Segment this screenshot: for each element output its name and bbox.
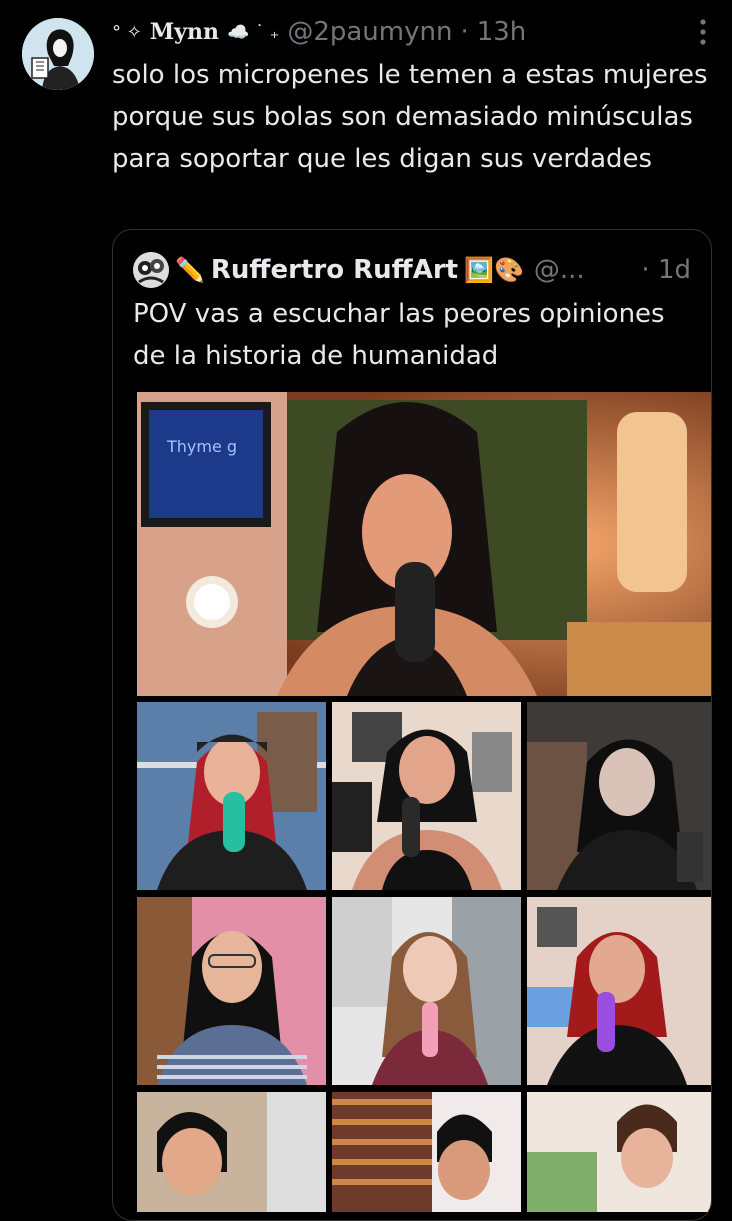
name-prefix: ° ✧ <box>112 21 142 43</box>
author-avatar[interactable] <box>22 18 94 90</box>
quoted-tweet[interactable]: ✏️ Ruffertro RuffArt 🖼️🎨 @... · 1d POV v… <box>112 229 712 1221</box>
tweet-text: solo los micropenes le temen a estas muj… <box>112 60 708 174</box>
quoted-author-avatar <box>133 252 169 288</box>
sign-text: Thyme g <box>166 437 237 456</box>
quoted-time: 1d <box>657 255 691 285</box>
media-grid-tile-1 <box>137 702 326 890</box>
pencil-icon: ✏️ <box>175 256 205 284</box>
quoted-media[interactable]: Thyme g <box>137 392 711 1212</box>
media-grid-tile-7 <box>137 1092 326 1212</box>
media-grid-tile-8 <box>332 1092 521 1212</box>
media-grid-tile-2 <box>332 702 521 890</box>
media-main-frame: Thyme g <box>137 392 711 696</box>
picture-palette-icon: 🖼️🎨 <box>464 256 524 284</box>
quoted-timestamp: · 1d <box>641 255 691 285</box>
quoted-author-handle: @... <box>533 255 585 285</box>
author-display-name[interactable]: Mynn <box>150 19 219 45</box>
tweet-timestamp[interactable]: 13h <box>477 17 527 47</box>
media-grid-tile-6 <box>527 897 711 1085</box>
name-suffix: ☁️ ˙ ₊ <box>226 21 280 43</box>
tweet-header: ° ✧ Mynn ☁️ ˙ ₊ @2paumynn · 13h <box>112 14 712 50</box>
media-grid-tile-9 <box>527 1092 711 1212</box>
quoted-tweet-text: POV vas a escuchar las peores opiniones … <box>133 299 665 371</box>
media-grid-tile-5 <box>332 897 521 1085</box>
separator-dot: · <box>460 17 469 47</box>
media-grid-tile-3 <box>527 702 711 890</box>
quoted-author-name: Ruffertro RuffArt <box>210 255 459 285</box>
media-grid-tile-4 <box>137 897 326 1085</box>
author-handle[interactable]: @2paumynn <box>287 17 452 47</box>
separator-dot: · <box>641 255 650 285</box>
quoted-tweet-header: ✏️ Ruffertro RuffArt 🖼️🎨 @... · 1d <box>133 252 691 288</box>
avatar-illustration <box>22 18 94 90</box>
more-vertical-icon[interactable] <box>698 18 708 48</box>
